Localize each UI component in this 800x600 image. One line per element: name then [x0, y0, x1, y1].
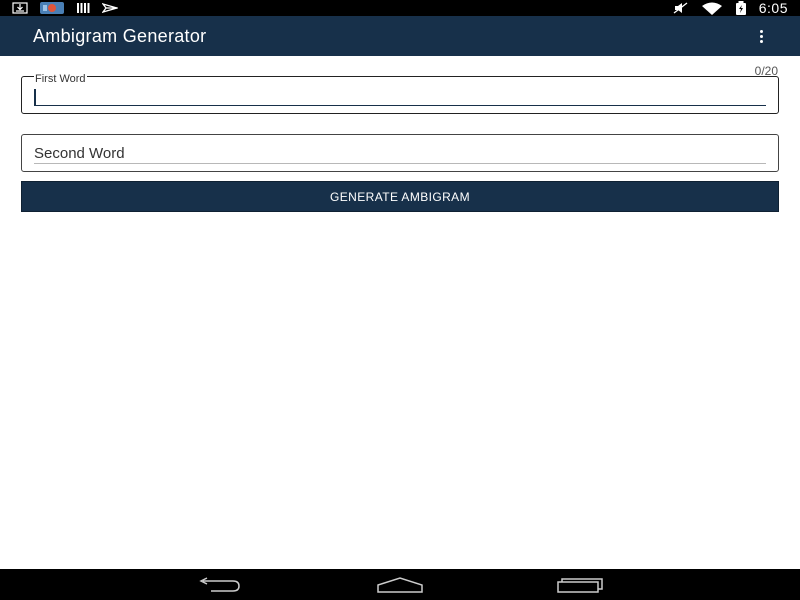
storage-icon	[76, 1, 90, 15]
app-title: Ambigram Generator	[33, 25, 207, 46]
first-word-underline	[34, 104, 766, 106]
first-word-input[interactable]	[34, 85, 766, 105]
mute-icon	[673, 1, 689, 15]
generate-ambigram-button[interactable]: GENERATE AMBIGRAM	[21, 181, 779, 212]
home-icon[interactable]	[370, 573, 430, 597]
recents-icon[interactable]	[550, 573, 610, 597]
download-icon	[12, 1, 28, 15]
status-bar: 6:05	[0, 0, 800, 16]
app-screen: 6:05 Ambigram Generator 0/20 First Word …	[0, 0, 800, 600]
first-word-field[interactable]: First Word	[21, 73, 779, 114]
flight-icon	[102, 1, 118, 15]
second-word-input[interactable]	[34, 143, 766, 163]
app-notification-icon	[40, 1, 64, 15]
more-vert-icon[interactable]	[756, 26, 767, 47]
navigation-bar	[0, 569, 800, 600]
status-bar-left	[12, 0, 118, 16]
wifi-icon	[701, 1, 723, 15]
app-bar: Ambigram Generator	[0, 16, 800, 56]
first-word-label: First Word	[34, 73, 87, 85]
second-word-field[interactable]: Second Word	[21, 134, 779, 172]
back-icon[interactable]	[190, 573, 250, 597]
status-bar-right: 6:05	[673, 0, 788, 16]
battery-icon	[735, 1, 747, 15]
second-word-underline	[34, 163, 766, 164]
status-time: 6:05	[758, 0, 788, 16]
